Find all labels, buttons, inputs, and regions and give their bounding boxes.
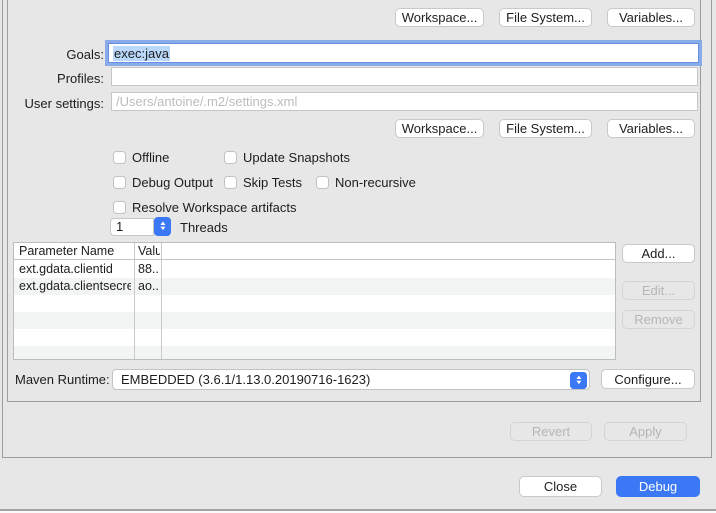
parameters-table-header[interactable]: Parameter Name Value — [14, 243, 615, 260]
threads-label: Threads — [180, 220, 228, 235]
non-recursive-checkbox[interactable]: Non-recursive — [316, 175, 416, 190]
column-header-parameter-name[interactable]: Parameter Name — [19, 243, 131, 260]
checkbox-icon — [113, 151, 126, 164]
add-parameter-button[interactable]: Add... — [622, 244, 695, 263]
goals-label: Goals: — [30, 47, 104, 62]
variables-button-goals[interactable]: Variables... — [607, 8, 695, 27]
chevron-down-icon: ▼ — [158, 227, 166, 232]
file-system-button-settings[interactable]: File System... — [499, 119, 592, 138]
checkbox-icon — [316, 176, 329, 189]
debug-output-checkbox-label: Debug Output — [132, 175, 213, 190]
checkbox-icon — [224, 176, 237, 189]
checkbox-icon — [224, 151, 237, 164]
param-name-cell: ext.gdata.clientid — [19, 261, 131, 278]
file-system-button-goals[interactable]: File System... — [499, 8, 592, 27]
chevron-down-icon: ▼ — [574, 381, 582, 386]
goals-input[interactable]: exec:java — [108, 43, 699, 63]
parameters-table[interactable]: Parameter Name Value ext.gdata.clientid … — [13, 242, 616, 360]
close-button[interactable]: Close — [519, 476, 602, 497]
column-divider[interactable] — [161, 243, 162, 359]
workspace-button-goals[interactable]: Workspace... — [395, 8, 484, 27]
threads-spinner-value[interactable]: 1 — [110, 218, 154, 236]
update-snapshots-checkbox[interactable]: Update Snapshots — [224, 150, 350, 165]
revert-button: Revert — [510, 422, 592, 441]
table-row[interactable]: ext.gdata.clientid 88... — [14, 261, 615, 278]
non-recursive-checkbox-label: Non-recursive — [335, 175, 416, 190]
variables-button-settings[interactable]: Variables... — [607, 119, 695, 138]
apply-button: Apply — [604, 422, 687, 441]
param-value-cell: 88... — [138, 261, 160, 278]
maven-run-configuration-dialog: Workspace... File System... Variables...… — [0, 0, 716, 513]
remove-parameter-button: Remove — [622, 310, 695, 329]
profiles-label: Profiles: — [30, 71, 104, 86]
checkbox-icon — [113, 176, 126, 189]
workspace-button-settings[interactable]: Workspace... — [395, 119, 484, 138]
select-stepper-icon: ▲ ▼ — [570, 372, 587, 389]
maven-runtime-label: Maven Runtime: — [15, 372, 110, 387]
configure-button[interactable]: Configure... — [601, 369, 695, 389]
skip-tests-checkbox-label: Skip Tests — [243, 175, 302, 190]
checkbox-icon — [113, 201, 126, 214]
user-settings-label: User settings: — [20, 96, 104, 111]
parameters-table-body[interactable]: ext.gdata.clientid 88... ext.gdata.clien… — [14, 261, 615, 359]
update-snapshots-checkbox-label: Update Snapshots — [243, 150, 350, 165]
column-header-value[interactable]: Value — [138, 243, 160, 260]
column-divider[interactable] — [134, 243, 135, 359]
param-value-cell: ao... — [138, 278, 160, 295]
resolve-workspace-artifacts-checkbox-label: Resolve Workspace artifacts — [132, 200, 297, 215]
debug-button[interactable]: Debug — [616, 476, 700, 497]
offline-checkbox-label: Offline — [132, 150, 169, 165]
user-settings-input[interactable] — [111, 92, 698, 111]
table-row[interactable]: ext.gdata.clientsecret ao... — [14, 278, 615, 295]
maven-runtime-selected-value: EMBEDDED (3.6.1/1.13.0.20190716-1623) — [121, 372, 370, 387]
maven-runtime-select[interactable]: EMBEDDED (3.6.1/1.13.0.20190716-1623) ▲ … — [112, 369, 590, 390]
threads-stepper[interactable]: ▲ ▼ — [154, 217, 171, 236]
profiles-input[interactable] — [111, 67, 698, 86]
debug-output-checkbox[interactable]: Debug Output — [113, 175, 213, 190]
goals-selected-text: exec:java — [113, 46, 170, 61]
edit-parameter-button: Edit... — [622, 281, 695, 300]
resolve-workspace-artifacts-checkbox[interactable]: Resolve Workspace artifacts — [113, 200, 297, 215]
skip-tests-checkbox[interactable]: Skip Tests — [224, 175, 302, 190]
offline-checkbox[interactable]: Offline — [113, 150, 169, 165]
param-name-cell: ext.gdata.clientsecret — [19, 278, 131, 295]
